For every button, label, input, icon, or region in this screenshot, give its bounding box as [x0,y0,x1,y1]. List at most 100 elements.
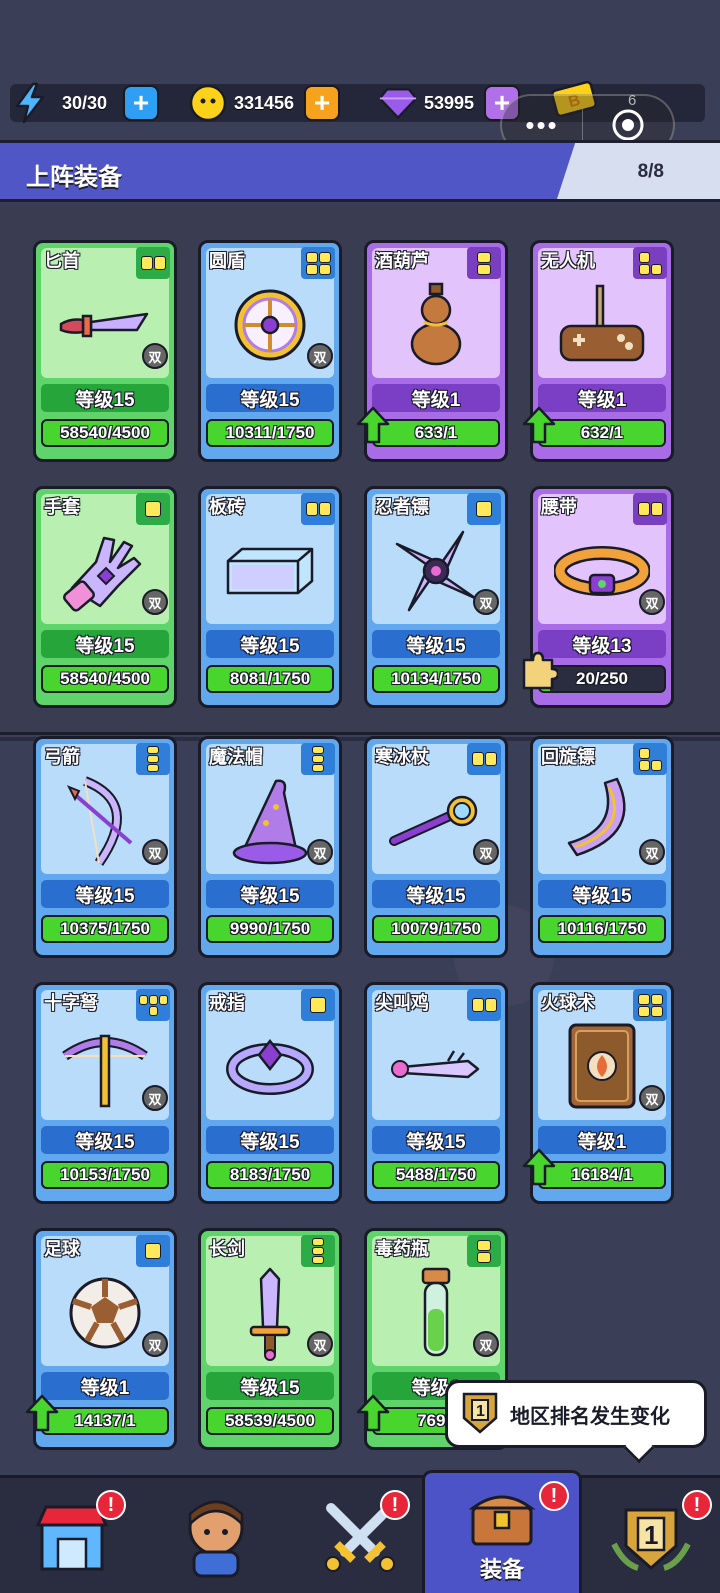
nav-equipment[interactable]: 装备 ! [422,1470,582,1593]
energy-resource: 30/30 + [10,80,160,126]
equipment-card[interactable]: 忍者镖 双 等级15 10134/1750 [364,486,508,708]
equipment-card[interactable]: 十字弩 双 等级15 10153/1750 [33,982,177,1204]
equipment-level: 等级1 [538,1126,666,1154]
equipment-card[interactable]: 圆盾 双 等级15 10311/1750 [198,240,342,462]
slot-shape-icon [301,493,335,525]
progress-text: 633/1 [414,423,458,442]
add-coins-button[interactable]: + [304,85,341,121]
upgrade-progress-bar: 10116/1750 [538,915,666,943]
progress-text: 16184/1 [571,1165,633,1184]
upgrade-progress-bar: 14137/1 [41,1407,169,1435]
coin-icon [188,83,228,123]
equipment-card[interactable]: 板砖 等级15 8081/1750 [198,486,342,708]
gourd-icon [381,277,491,373]
equipment-card[interactable]: 寒冰杖 双 等级15 10079/1750 [364,736,508,958]
nav-battle[interactable]: ! [288,1478,432,1593]
slot-shape-icon [301,247,335,279]
coin-value: 331456 [234,92,295,113]
equipment-name: 尖叫鸡 [375,993,429,1013]
equipment-name: 火球术 [541,993,595,1013]
toast-message: 地区排名发生变化 [510,1405,670,1428]
slot-shape-icon [467,743,501,775]
dual-wield-badge: 双 [142,1085,168,1111]
dual-wield-badge: 双 [307,343,333,369]
equipment-card[interactable]: 回旋镖 双 等级15 10116/1750 [530,736,674,958]
dual-wield-badge: 双 [473,589,499,615]
equipment-level: 等级15 [206,384,334,412]
equipment-name: 匕首 [44,251,80,271]
slot-shape-icon [633,989,667,1021]
rank-change-toast[interactable]: 1 地区排名发生变化 [445,1380,707,1464]
upgrade-progress-bar: 8081/1750 [206,665,334,693]
equipment-name: 魔法帽 [209,747,263,767]
dual-wield-badge: 双 [142,1331,168,1357]
dual-wield-badge: 双 [473,1331,499,1357]
progress-text: 58540/4500 [60,423,150,442]
progress-text: 14137/1 [74,1411,136,1430]
upgrade-progress-bar: 58540/4500 [41,419,169,447]
dual-wield-badge: 双 [639,589,665,615]
upgrade-arrow-icon [522,406,556,444]
dual-wield-badge: 双 [473,839,499,865]
progress-text: 10116/1750 [557,919,647,938]
bottom-navigation: ! ! 装备 ! 1 ! [0,1470,720,1593]
slot-shape-icon [633,493,667,525]
slot-shape-icon [633,743,667,775]
character-icon [188,1500,244,1578]
nav-shop[interactable]: ! [0,1478,144,1593]
progress-text: 58540/4500 [60,669,150,688]
nav-ranking[interactable]: 1 ! [582,1478,720,1593]
slot-shape-icon [136,743,170,775]
ring-icon [215,1019,325,1115]
equipment-card[interactable]: 匕首 双 等级15 58540/4500 [33,240,177,462]
equipment-card[interactable]: 尖叫鸡 等级15 5488/1750 [364,982,508,1204]
equipment-name: 忍者镖 [375,497,429,517]
add-energy-button[interactable]: + [123,85,160,121]
equipment-card[interactable]: 长剑 双 等级15 58539/4500 [198,1228,342,1450]
slot-shape-icon [136,493,170,525]
nav-character[interactable] [144,1478,288,1593]
equipment-card[interactable]: 魔法帽 双 等级15 9990/1750 [198,736,342,958]
dual-wield-badge: 双 [307,839,333,865]
progress-text: 10079/1750 [391,919,481,938]
upgrade-progress-bar: 632/1 [538,419,666,447]
equipment-level: 等级15 [206,1126,334,1154]
equipment-name: 板砖 [209,497,245,517]
equipment-level: 等级15 [206,880,334,908]
equipment-card[interactable]: 手套 双 等级15 58540/4500 [33,486,177,708]
equipment-level: 等级15 [372,630,500,658]
equipment-name: 弓箭 [44,747,80,767]
trophy-rank-icon: 1 [611,1508,691,1571]
equipment-level: 等级15 [538,880,666,908]
upgrade-arrow-icon [356,1394,390,1432]
top-resource-bar: 30/30 + 331456 + 53995 + B 6 ••• [0,0,720,156]
gem-resource: 53995 + [378,80,521,126]
equipment-name: 无人机 [541,251,595,271]
slot-shape-icon [301,1235,335,1267]
nav-equipment-label: 装备 [479,1556,524,1582]
close-capsule-button[interactable] [583,107,673,143]
equipment-name: 长剑 [209,1239,245,1259]
equipped-count: 8/8 [637,161,664,182]
equipment-name: 足球 [44,1239,80,1259]
upgrade-progress-bar: 58539/4500 [206,1407,334,1435]
progress-text: 10311/1750 [225,423,315,442]
slot-shape-icon [136,1235,170,1267]
section-title: 上阵装备 [26,164,122,191]
equipment-level: 等级15 [372,1126,500,1154]
more-options-button[interactable]: ••• [502,110,582,141]
progress-text: 10375/1750 [60,919,150,938]
upgrade-progress-bar: 8183/1750 [206,1161,334,1189]
equipment-name: 酒葫芦 [375,251,429,271]
equipment-card[interactable]: 戒指 等级15 8183/1750 [198,982,342,1204]
gem-value: 53995 [424,92,475,113]
ranking-alert-badge: ! [682,1490,712,1520]
dual-wield-badge: 双 [142,839,168,865]
upgrade-progress-bar: 5488/1750 [372,1161,500,1189]
progress-text: 8081/1750 [229,669,311,688]
svg-text:1: 1 [644,1520,658,1550]
slot-shape-icon [136,989,170,1021]
equipment-card[interactable]: 弓箭 双 等级15 10375/1750 [33,736,177,958]
brick-icon [215,523,325,619]
lightning-icon [10,82,50,124]
